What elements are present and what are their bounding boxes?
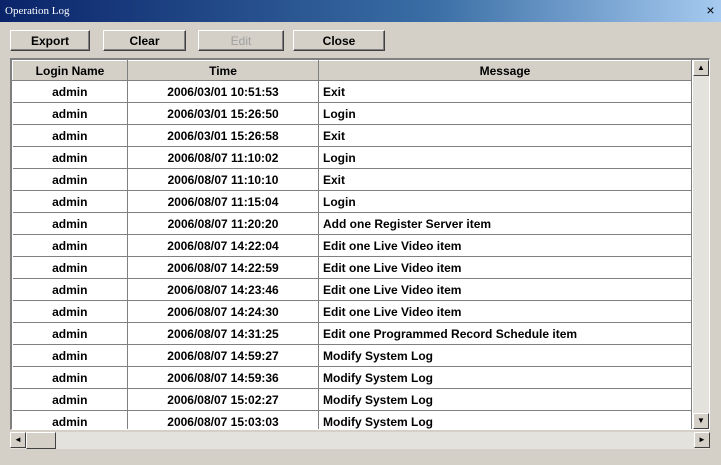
column-header-login-name[interactable]: Login Name [12,60,128,81]
cell-login-name: admin [12,102,128,125]
cell-time: 2006/08/07 14:22:04 [127,234,319,257]
cell-login-name: admin [12,212,128,235]
vertical-scrollbar[interactable]: ▲ ▼ [693,60,709,429]
cell-message: Login [318,146,692,169]
scroll-down-icon[interactable]: ▼ [693,413,709,429]
cell-time: 2006/08/07 11:15:04 [127,190,319,213]
cell-login-name: admin [12,190,128,213]
cell-time: 2006/08/07 14:59:36 [127,366,319,389]
cell-time: 2006/03/01 15:26:50 [127,102,319,125]
cell-message: Exit [318,168,692,191]
cell-time: 2006/08/07 11:10:02 [127,146,319,169]
cell-login-name: admin [12,410,128,429]
cell-message: Modify System Log [318,366,692,389]
column-header-message[interactable]: Message [318,60,692,81]
table-row[interactable]: admin 2006/08/07 14:24:30 Edit one Live Vi… [12,300,692,323]
table-row[interactable]: admin 2006/03/01 10:51:53 Exit [12,80,692,103]
cell-login-name: admin [12,124,128,147]
cell-login-name: admin [12,234,128,257]
cell-message: Add one Register Server item [318,212,692,235]
scroll-up-icon[interactable]: ▲ [693,60,709,76]
cell-login-name: admin [12,168,128,191]
close-button[interactable]: Close [293,30,385,51]
cell-message: Edit one Live Video item [318,256,692,279]
cell-message: Edit one Live Video item [318,300,692,323]
scroll-right-icon[interactable]: ► [694,432,710,448]
horizontal-scrollbar[interactable]: ◄ ► [10,432,710,449]
cell-time: 2006/08/07 14:59:27 [127,344,319,367]
edit-button: Edit [198,30,284,51]
table-row[interactable]: admin 2006/08/07 14:22:59 Edit one Live Vi… [12,256,692,279]
cell-login-name: admin [12,366,128,389]
cell-message: Login [318,190,692,213]
table-row[interactable]: admin 2006/08/07 11:20:20 Add one Register… [12,212,692,235]
cell-login-name: admin [12,344,128,367]
table-row[interactable]: admin 2006/03/01 15:26:50 Login [12,102,692,125]
clear-button[interactable]: Clear [103,30,186,51]
cell-message: Edit one Live Video item [318,278,692,301]
cell-time: 2006/08/07 15:02:27 [127,388,319,411]
column-header-time[interactable]: Time [127,60,319,81]
cell-login-name: admin [12,388,128,411]
cell-login-name: admin [12,80,128,103]
cell-time: 2006/08/07 14:31:25 [127,322,319,345]
cell-time: 2006/08/07 14:24:30 [127,300,319,323]
table-row[interactable]: admin 2006/08/07 15:03:03 Modify System Lo… [12,410,692,429]
cell-message: Modify System Log [318,388,692,411]
cell-message: Exit [318,80,692,103]
window-title: Operation Log [5,5,70,17]
edit-button-label: Edit [230,34,252,48]
cell-login-name: admin [12,256,128,279]
cell-login-name: admin [12,300,128,323]
cell-time: 2006/03/01 15:26:58 [127,124,319,147]
cell-login-name: admin [12,322,128,345]
log-table: Login Name Time Message admin 2006/03/01 … [10,58,710,430]
cell-message: Modify System Log [318,410,692,429]
table-row[interactable]: admin 2006/08/07 15:02:27 Modify System Lo… [12,388,692,411]
log-grid: Login Name Time Message admin 2006/03/01 … [12,60,692,429]
table-row[interactable]: admin 2006/08/07 14:22:04 Edit one Live Vi… [12,234,692,257]
export-button[interactable]: Export [10,30,90,51]
cell-message: Exit [318,124,692,147]
cell-time: 2006/08/07 14:22:59 [127,256,319,279]
cell-time: 2006/08/07 11:10:10 [127,168,319,191]
cell-login-name: admin [12,146,128,169]
table-row[interactable]: admin 2006/08/07 11:10:02 Login [12,146,692,169]
cell-time: 2006/08/07 15:03:03 [127,410,319,429]
cell-message: Modify System Log [318,344,692,367]
cell-time: 2006/03/01 10:51:53 [127,80,319,103]
cell-message: Edit one Live Video item [318,234,692,257]
cell-message: Login [318,102,692,125]
cell-message: Edit one Programmed Record Schedule item [318,322,692,345]
scroll-thumb[interactable] [26,432,56,449]
cell-time: 2006/08/07 14:23:46 [127,278,319,301]
table-row[interactable]: admin 2006/08/07 11:15:04 Login [12,190,692,213]
header-row: Login Name Time Message [12,60,692,81]
table-row[interactable]: admin 2006/03/01 15:26:58 Exit [12,124,692,147]
cell-time: 2006/08/07 11:20:20 [127,212,319,235]
close-icon[interactable]: × [703,3,718,18]
table-row[interactable]: admin 2006/08/07 14:31:25 Edit one Program… [12,322,692,345]
table-row[interactable]: admin 2006/08/07 11:10:10 Exit [12,168,692,191]
cell-login-name: admin [12,278,128,301]
scroll-left-icon[interactable]: ◄ [10,432,26,448]
table-row[interactable]: admin 2006/08/07 14:59:36 Modify System Lo… [12,366,692,389]
table-row[interactable]: admin 2006/08/07 14:23:46 Edit one Live Vi… [12,278,692,301]
table-row[interactable]: admin 2006/08/07 14:59:27 Modify System Lo… [12,344,692,367]
title-bar: Operation Log × [0,0,721,22]
